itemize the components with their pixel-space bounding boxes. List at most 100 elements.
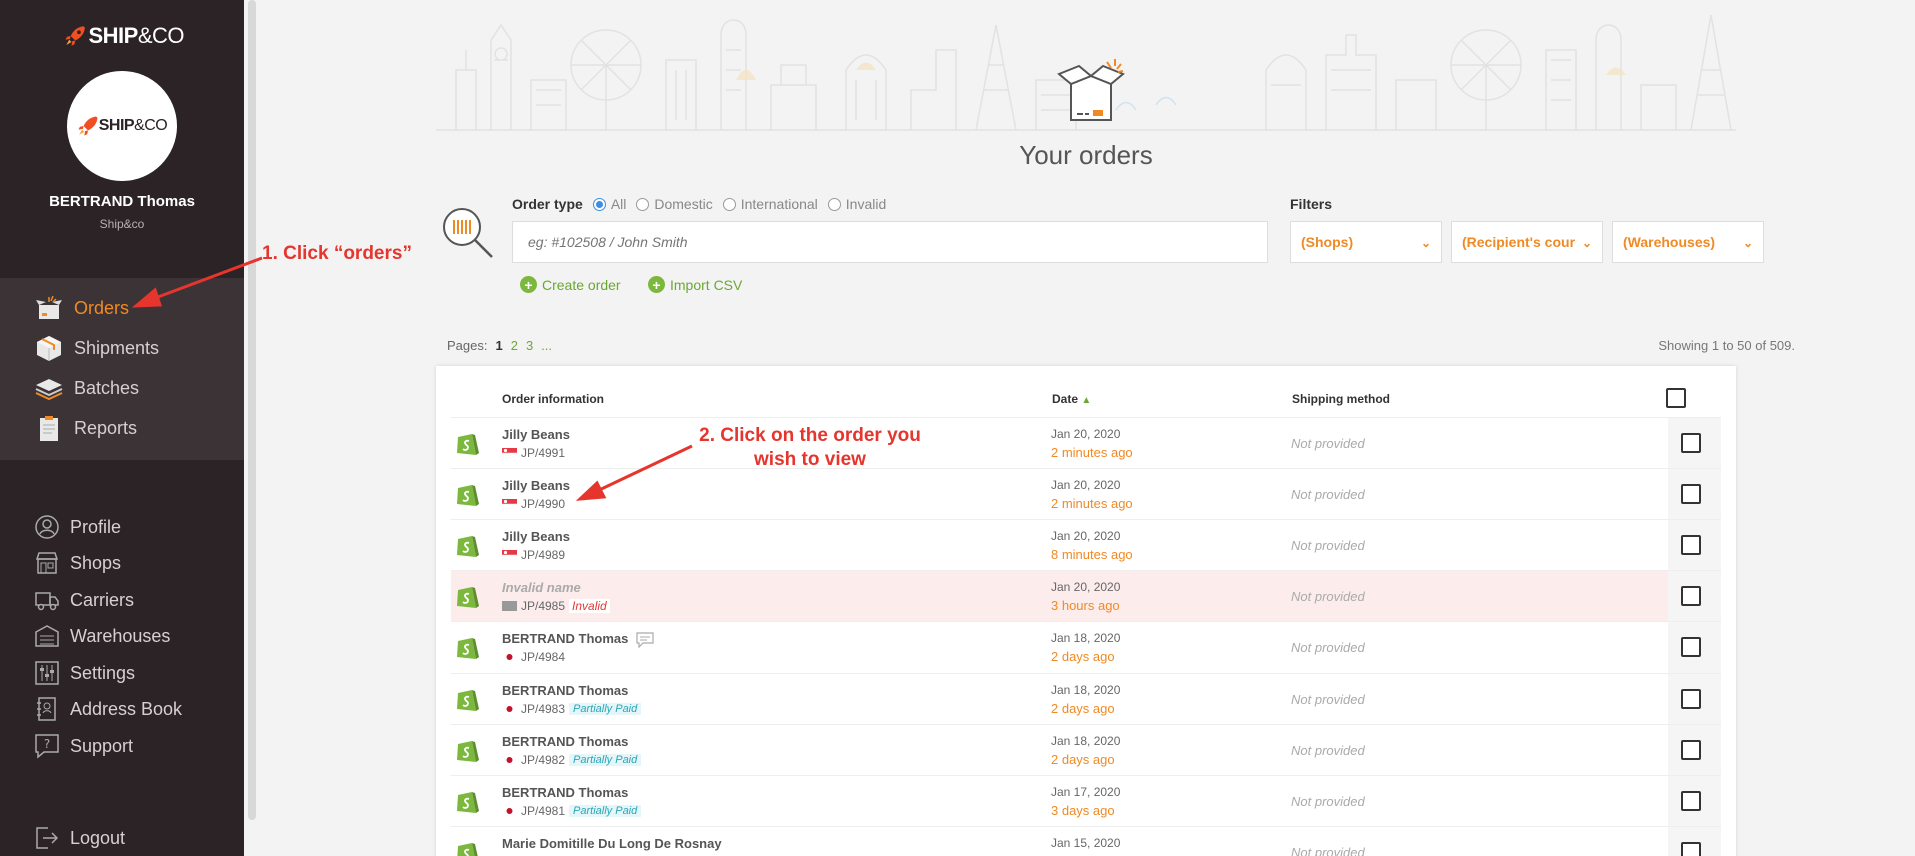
nav-item-address-book[interactable]: Address Book <box>34 695 182 723</box>
nav-item-carriers[interactable]: Carriers <box>34 586 134 614</box>
nav-label: Shops <box>70 552 122 573</box>
order-number: JP/4984 <box>521 650 566 664</box>
shops-filter-select[interactable]: (Shops) ⌄ <box>1290 221 1442 263</box>
order-customer-name[interactable]: BERTRAND Thomas <box>502 734 628 749</box>
comment-icon[interactable] <box>636 631 655 648</box>
select-all-checkbox[interactable] <box>1666 388 1686 408</box>
warehouses-filter-select[interactable]: (Warehouses) ⌄ <box>1612 221 1764 263</box>
order-customer-name[interactable]: Jilly Beans <box>502 478 570 493</box>
radio-domestic[interactable] <box>636 197 650 211</box>
shipping-method: Not provided <box>1291 692 1365 707</box>
brand-logo[interactable]: SHIP&CO <box>64 16 185 56</box>
row-checkbox[interactable] <box>1681 484 1701 504</box>
radio-international[interactable] <box>722 197 736 211</box>
results-count: Showing 1 to 50 of 509. <box>1658 338 1795 353</box>
shopify-icon <box>457 638 479 659</box>
shipping-method: Not provided <box>1291 845 1365 856</box>
row-checkbox[interactable] <box>1681 842 1701 856</box>
nav-item-orders[interactable]: Orders <box>34 291 129 325</box>
table-row[interactable]: BERTRAND Thomas JP/4981 Partially Paid Jan … <box>451 775 1721 827</box>
order-relative-time: 3 hours ago <box>1051 598 1120 613</box>
create-order-button[interactable]: + Create order <box>520 276 621 293</box>
order-type-domestic[interactable]: Domestic <box>636 196 713 212</box>
order-customer-name[interactable]: Invalid name <box>502 580 581 595</box>
sidebar-scrollbar[interactable] <box>248 0 256 820</box>
order-type-international[interactable]: International <box>722 196 818 212</box>
order-number: JP/4983 <box>521 702 566 716</box>
avatar-logo-text: SHIP&CO <box>98 117 168 134</box>
order-customer-name[interactable]: BERTRAND Thomas <box>502 785 628 800</box>
row-checkbox[interactable] <box>1681 535 1701 555</box>
reports-icon <box>40 416 58 441</box>
table-row[interactable]: Jilly Beans JP/4989 Jan 20, 2020 8 minutes … <box>451 519 1721 571</box>
shipping-method: Not provided <box>1291 436 1365 451</box>
order-customer-name[interactable]: Marie Domitille Du Long De Rosnay <box>502 836 722 851</box>
nav-item-shops[interactable]: Shops <box>34 549 121 577</box>
order-id-line: JP/4991 <box>502 446 565 460</box>
shopify-icon <box>457 843 478 856</box>
row-checkbox[interactable] <box>1681 433 1701 453</box>
order-customer-name[interactable]: Jilly Beans <box>502 427 570 442</box>
logout-button[interactable]: Logout <box>34 824 125 852</box>
order-customer-name[interactable]: BERTRAND Thomas <box>502 631 655 648</box>
shopify-icon <box>457 485 479 506</box>
order-relative-time: 2 days ago <box>1051 649 1115 664</box>
order-date: Jan 20, 2020 <box>1051 580 1121 594</box>
order-type-invalid[interactable]: Invalid <box>827 196 886 212</box>
table-row[interactable]: Marie Domitille Du Long De Rosnay Jan 15,… <box>451 826 1721 856</box>
pagination: Pages: 1 2 3 ... <box>447 338 552 353</box>
nav-item-settings[interactable]: Settings <box>34 659 135 687</box>
table-row[interactable]: Jilly Beans JP/4991 Jan 20, 2020 2 minutes … <box>451 417 1721 469</box>
page-link-more[interactable]: ... <box>541 338 552 353</box>
radio-invalid[interactable] <box>827 197 841 211</box>
table-row[interactable]: BERTRAND Thomas JP/4984 Jan 18, 2020 2 days… <box>451 621 1721 673</box>
order-search-input[interactable] <box>512 221 1268 263</box>
table-row[interactable]: Jilly Beans JP/4990 Jan 20, 2020 2 minutes … <box>451 468 1721 520</box>
column-header-date[interactable]: Date ▲ <box>1052 392 1091 406</box>
nav-item-shipments[interactable]: Shipments <box>34 331 159 365</box>
order-date: Jan 20, 2020 <box>1051 478 1121 492</box>
radio-all[interactable] <box>592 197 606 211</box>
nav-item-warehouses[interactable]: Warehouses <box>34 622 170 650</box>
page-link-3[interactable]: 3 <box>526 338 533 353</box>
order-date: Jan 15, 2020 <box>1051 836 1121 850</box>
order-date: Jan 17, 2020 <box>1051 785 1121 799</box>
order-customer-name[interactable]: BERTRAND Thomas <box>502 683 628 698</box>
order-date: Jan 18, 2020 <box>1051 631 1121 645</box>
chevron-down-icon: ⌄ <box>1420 236 1431 250</box>
rocket-icon <box>65 26 85 46</box>
search-barcode-icon <box>443 208 493 258</box>
order-id-line: JP/4989 <box>502 548 565 562</box>
shopify-icon <box>457 690 479 711</box>
row-checkbox[interactable] <box>1681 586 1701 606</box>
order-date: Jan 18, 2020 <box>1051 734 1121 748</box>
recipient-country-filter-select[interactable]: (Recipient's cour ⌄ <box>1451 221 1603 263</box>
shipping-method: Not provided <box>1291 743 1365 758</box>
import-csv-button[interactable]: + Import CSV <box>648 276 742 293</box>
order-type-all[interactable]: All <box>592 196 626 212</box>
nav-item-support[interactable]: ? Support <box>34 732 133 760</box>
nav-label: Address Book <box>70 698 183 719</box>
table-row[interactable]: BERTRAND Thomas JP/4983 Partially Paid Jan … <box>451 673 1721 725</box>
nav-item-batches[interactable]: Batches <box>34 371 139 405</box>
row-checkbox[interactable] <box>1681 740 1701 760</box>
order-relative-time: 2 minutes ago <box>1051 496 1133 511</box>
row-checkbox[interactable] <box>1681 791 1701 811</box>
avatar[interactable]: SHIP&CO <box>67 71 177 181</box>
table-row[interactable]: BERTRAND Thomas JP/4982 Partially Paid Jan … <box>451 724 1721 776</box>
page-link-2[interactable]: 2 <box>511 338 518 353</box>
table-row[interactable]: Invalid name JP/4985 Invalid Jan 20, 2020 3 … <box>451 570 1721 622</box>
nav-item-profile[interactable]: Profile <box>34 513 121 541</box>
order-customer-name[interactable]: Jilly Beans <box>502 529 570 544</box>
nav-label: Reports <box>74 417 138 438</box>
shipping-method: Not provided <box>1291 794 1365 809</box>
row-checkbox[interactable] <box>1681 637 1701 657</box>
main-content: Your orders Order type All Domestic Inte… <box>256 0 1915 856</box>
shipments-icon <box>37 336 61 361</box>
shopify-icon <box>457 587 479 608</box>
page-current: 1 <box>495 338 503 353</box>
open-box-icon <box>1057 59 1125 121</box>
shipping-method: Not provided <box>1291 589 1365 604</box>
row-checkbox[interactable] <box>1681 689 1701 709</box>
nav-item-reports[interactable]: Reports <box>34 411 137 445</box>
